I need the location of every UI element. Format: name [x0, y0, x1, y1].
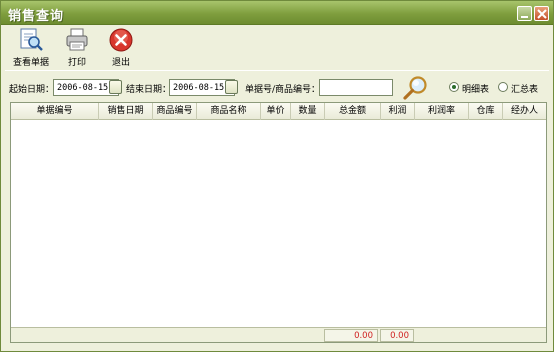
col-header-quantity[interactable]: 数量 [291, 103, 325, 120]
toolbar-divider [5, 70, 549, 71]
view-document-label: 查看单据 [12, 58, 49, 68]
detail-radio-label: 明细表 [462, 85, 490, 95]
col-header-warehouse[interactable]: 仓库 [469, 103, 503, 120]
start-date-picker-button[interactable] [109, 80, 122, 94]
search-icon [403, 76, 427, 100]
summary-radio[interactable] [498, 82, 508, 92]
total-amount: 0.00 [324, 329, 378, 342]
col-header-doc-no[interactable]: 单据编号 [11, 103, 99, 120]
printer-icon [66, 28, 88, 51]
summary-radio-label: 汇总表 [511, 85, 539, 95]
col-header-item-code[interactable]: 商品编号 [153, 103, 197, 120]
end-date-label: 结束日期： [126, 85, 172, 95]
close-button[interactable] [534, 6, 549, 21]
col-header-profit[interactable]: 利润 [381, 103, 415, 120]
total-profit: 0.00 [380, 329, 414, 342]
title-bar[interactable]: 销售查询 [1, 1, 553, 25]
sales-grid[interactable]: 单据编号 销售日期 商品编号 商品名称 单价 数量 总金额 利润 利润率 仓库 … [10, 102, 547, 343]
toolbar: 查看单据 打印 退出 [1, 25, 553, 69]
search-button[interactable] [402, 75, 430, 101]
print-button[interactable]: 打印 [53, 27, 101, 68]
col-header-profit-rate[interactable]: 利润率 [415, 103, 469, 120]
grid-header: 单据编号 销售日期 商品编号 商品名称 单价 数量 总金额 利润 利润率 仓库 … [11, 103, 546, 120]
col-header-amount[interactable]: 总金额 [325, 103, 381, 120]
view-document-icon [20, 28, 43, 51]
sales-query-window: 销售查询 查看单据 打印 退出 起始日期： 2006-08-15 结束日期： 2… [0, 0, 554, 352]
code-input[interactable] [319, 79, 393, 96]
filter-bar: 起始日期： 2006-08-15 结束日期： 2006-08-15 单据号/商品… [1, 75, 553, 101]
exit-label: 退出 [111, 58, 130, 68]
exit-button[interactable]: 退出 [97, 27, 145, 68]
view-document-button[interactable]: 查看单据 [7, 27, 55, 68]
window-title: 销售查询 [8, 9, 65, 24]
start-date-label: 起始日期： [9, 85, 55, 95]
col-header-sale-date[interactable]: 销售日期 [99, 103, 153, 120]
col-header-handler[interactable]: 经办人 [503, 103, 546, 120]
print-label: 打印 [67, 58, 86, 68]
end-date-picker-button[interactable] [225, 80, 238, 94]
close-icon [537, 9, 547, 19]
minimize-button[interactable] [517, 6, 532, 21]
grid-totals-row: 0.00 0.00 [11, 327, 546, 342]
code-label: 单据号/商品编号： [245, 85, 321, 95]
detail-radio[interactable] [449, 82, 459, 92]
col-header-unit-price[interactable]: 单价 [261, 103, 291, 120]
exit-icon [109, 28, 133, 52]
col-header-item-name[interactable]: 商品名称 [197, 103, 261, 120]
